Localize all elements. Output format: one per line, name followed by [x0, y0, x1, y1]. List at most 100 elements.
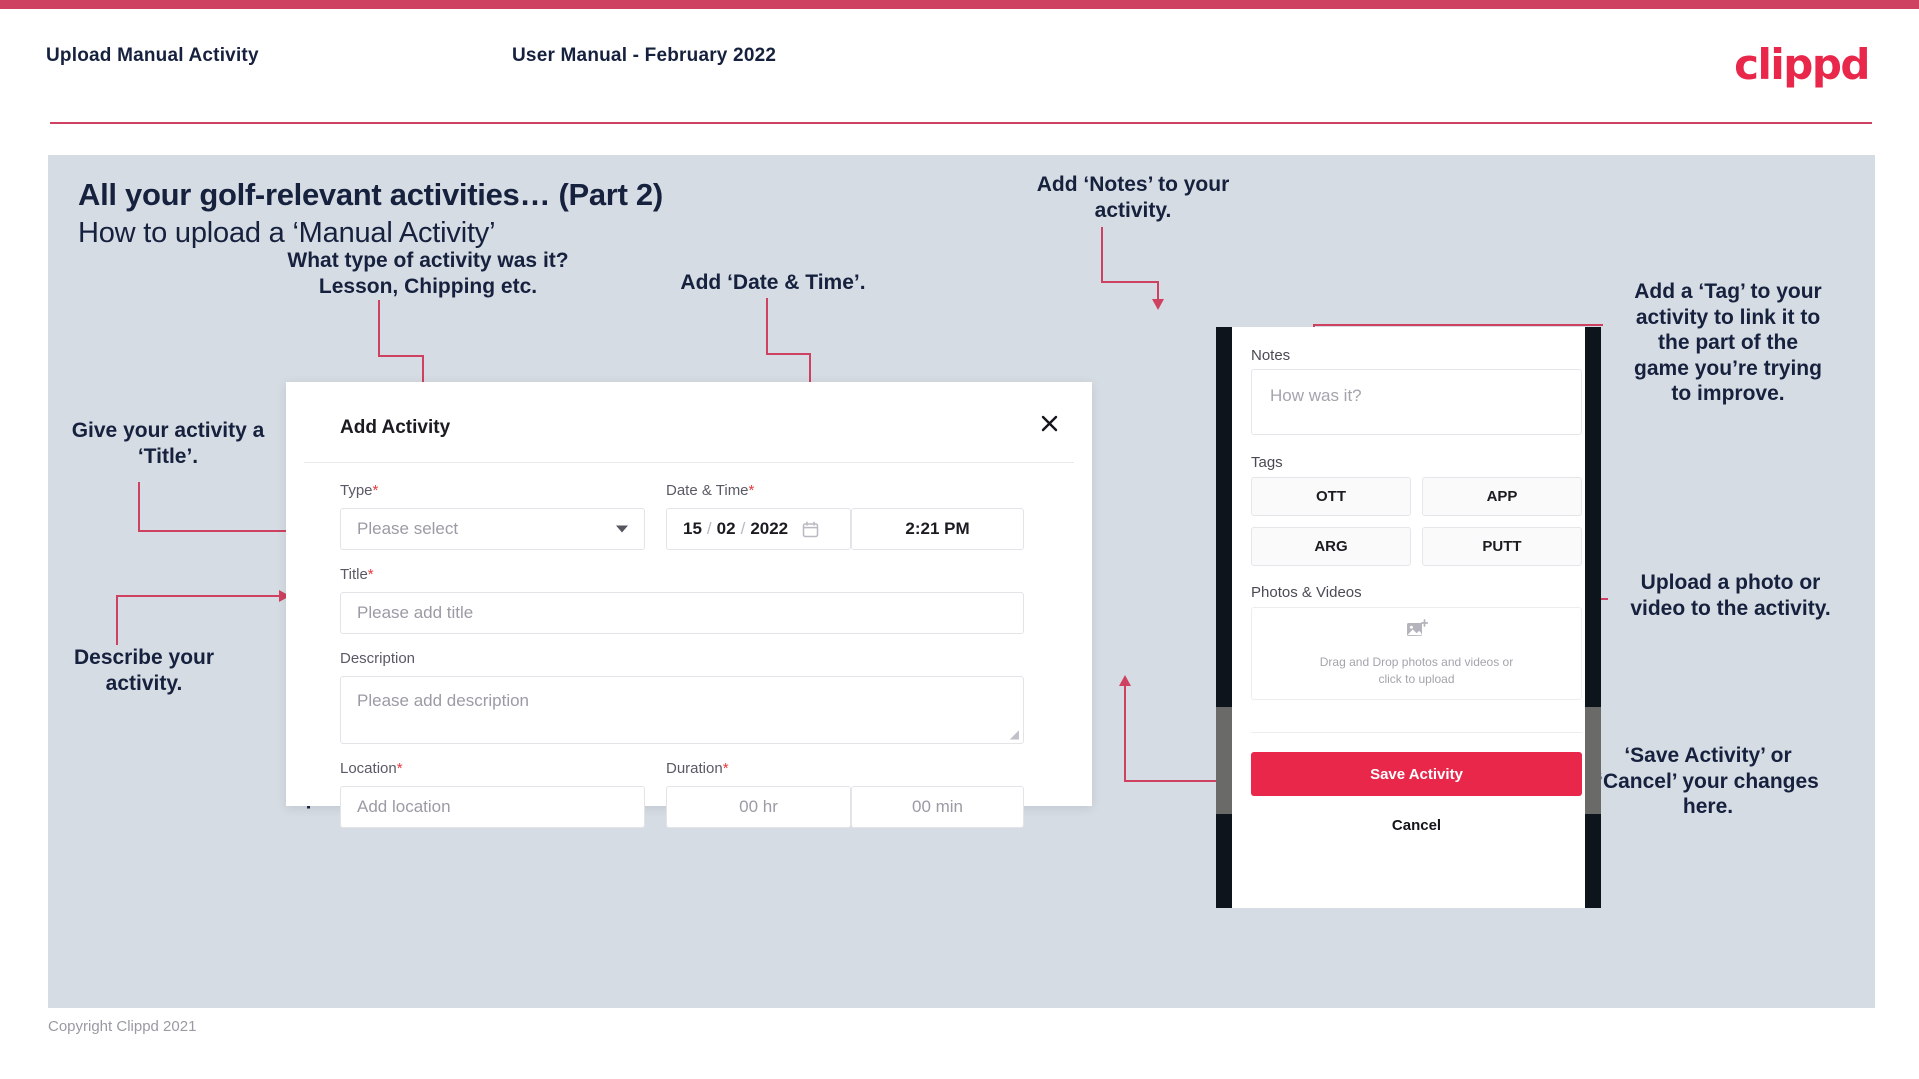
location-required-marker: * [396, 760, 403, 777]
connector-save-v1 [1124, 685, 1126, 781]
duration-minutes-placeholder: 00 min [911, 797, 964, 816]
tag-label: APP [1486, 488, 1518, 505]
tag-button-app[interactable]: APP [1422, 477, 1582, 516]
add-activity-dialog: Add Activity Type* Please select Date & … [286, 382, 1092, 828]
title-input[interactable]: Please add title [340, 592, 1024, 634]
connector-tags-h1 [1313, 324, 1603, 326]
date-separator-1: / [706, 519, 712, 538]
photo-dropzone[interactable]: Drag and Drop photos and videos or click… [1251, 607, 1582, 700]
add-image-icon [1406, 618, 1428, 644]
datetime-label-text: Date & Time [666, 482, 749, 499]
time-input[interactable]: 2:21 PM [851, 508, 1024, 550]
connector-dt-v1 [766, 298, 768, 355]
datetime-required-marker: * [748, 482, 755, 499]
connector-title-h1 [138, 530, 293, 532]
cancel-button[interactable]: Cancel [1251, 805, 1582, 845]
phone-left-bezel-segment [1216, 707, 1232, 814]
duration-hours-input[interactable]: 00 hr [666, 786, 851, 828]
annotation-description: Describe your activity. [73, 646, 215, 695]
connector-notes-v2 [1157, 281, 1159, 301]
type-label-text: Type [340, 482, 373, 499]
dialog-header-divider [304, 462, 1074, 463]
header-left-title: Upload Manual Activity [46, 45, 259, 66]
type-placeholder: Please select [357, 519, 459, 538]
connector-notes-arrow [1152, 299, 1164, 310]
connector-save-arrow [1119, 675, 1131, 686]
cancel-label: Cancel [1391, 816, 1442, 834]
connector-dt-h1 [766, 353, 811, 355]
date-day: 15 [683, 519, 702, 538]
phone-right-bezel [1585, 327, 1601, 908]
connector-notes-v1 [1101, 227, 1103, 283]
title-label-text: Title [340, 566, 368, 583]
duration-label: Duration* [666, 760, 729, 777]
duration-required-marker: * [722, 760, 729, 777]
title-label: Title* [340, 566, 374, 583]
connector-desc-v1 [116, 595, 118, 645]
duration-hours-placeholder: 00 hr [739, 797, 778, 816]
phone-left-bezel [1216, 327, 1232, 908]
location-label-text: Location [340, 760, 397, 777]
clippd-logo: clippd [1734, 40, 1870, 89]
type-required-marker: * [372, 482, 379, 499]
title-required-marker: * [367, 566, 374, 583]
header-divider [50, 122, 1872, 124]
save-activity-button[interactable]: Save Activity [1251, 752, 1582, 796]
footer-copyright: Copyright Clippd 2021 [48, 1018, 197, 1035]
annotation-upload: Upload a photo or video to the activity. [1630, 571, 1831, 620]
tag-label: PUTT [1482, 538, 1522, 555]
slide-subtitle: How to upload a ‘Manual Activity’ [78, 217, 496, 249]
duration-label-text: Duration [666, 760, 723, 777]
connector-desc-h1 [116, 595, 281, 597]
notes-label: Notes [1251, 347, 1291, 364]
connector-type-v1 [378, 300, 380, 357]
tag-label: OTT [1316, 488, 1346, 505]
description-placeholder: Please add description [357, 691, 530, 710]
dropzone-text: Drag and Drop photos and videos or click… [1320, 654, 1513, 689]
dropzone-line-1: Drag and Drop photos and videos or [1319, 654, 1514, 669]
notes-placeholder: How was it? [1270, 386, 1362, 405]
photos-label: Photos & Videos [1251, 584, 1362, 601]
resize-grip-icon[interactable]: ◢ [1010, 728, 1019, 740]
notes-textarea[interactable]: How was it? [1251, 369, 1582, 435]
time-value: 2:21 PM [905, 519, 970, 538]
type-label: Type* [340, 482, 378, 499]
close-icon[interactable] [1032, 406, 1066, 440]
save-activity-label: Save Activity [1370, 765, 1463, 783]
description-textarea[interactable]: Please add description ◢ [340, 676, 1024, 744]
annotation-save-cancel: ‘Save Activity’ or ‘Cancel’ your changes… [1597, 744, 1819, 819]
duration-minutes-input[interactable]: 00 min [851, 786, 1024, 828]
top-accent-bar [0, 0, 1919, 9]
location-label: Location* [340, 760, 403, 777]
description-label: Description [340, 650, 415, 667]
phone-right-bezel-segment [1585, 707, 1601, 814]
date-input[interactable]: 15 / 02 / 2022 [666, 508, 851, 550]
calendar-icon[interactable] [802, 521, 819, 538]
location-input[interactable]: Add location [340, 786, 645, 828]
tag-button-putt[interactable]: PUTT [1422, 527, 1582, 566]
annotation-tags: Add a ‘Tag’ to your activity to link it … [1634, 280, 1822, 406]
header-center-title: User Manual - February 2022 [512, 45, 777, 66]
phone-mockup: Notes How was it? Tags OTT APP ARG PUTT … [1216, 327, 1601, 908]
annotation-type: What type of activity was it? Lesson, Ch… [287, 249, 569, 298]
title-placeholder: Please add title [357, 603, 474, 622]
type-select[interactable]: Please select [340, 508, 645, 550]
connector-title-v1 [138, 482, 140, 532]
tag-label: ARG [1314, 538, 1348, 555]
datetime-label: Date & Time* [666, 482, 754, 499]
annotation-title: Give your activity a ‘Title’. [71, 419, 265, 468]
location-placeholder: Add location [357, 797, 451, 816]
phone-screen: Notes How was it? Tags OTT APP ARG PUTT … [1232, 327, 1585, 908]
connector-type-h1 [378, 355, 424, 357]
date-month: 02 [716, 519, 736, 538]
dropzone-line-2: click to upload [1378, 672, 1455, 686]
slide-page: Upload Manual Activity User Manual - Feb… [0, 0, 1919, 1079]
annotation-date-time: Add ‘Date & Time’. [680, 271, 866, 294]
tag-button-ott[interactable]: OTT [1251, 477, 1411, 516]
date-year: 2022 [750, 519, 789, 538]
slide-title: All your golf-relevant activities… (Part… [78, 177, 663, 212]
annotation-notes: Add ‘Notes’ to your activity. [1036, 173, 1230, 222]
connector-notes-h1 [1101, 281, 1159, 283]
chevron-down-icon [616, 525, 628, 533]
tag-button-arg[interactable]: ARG [1251, 527, 1411, 566]
